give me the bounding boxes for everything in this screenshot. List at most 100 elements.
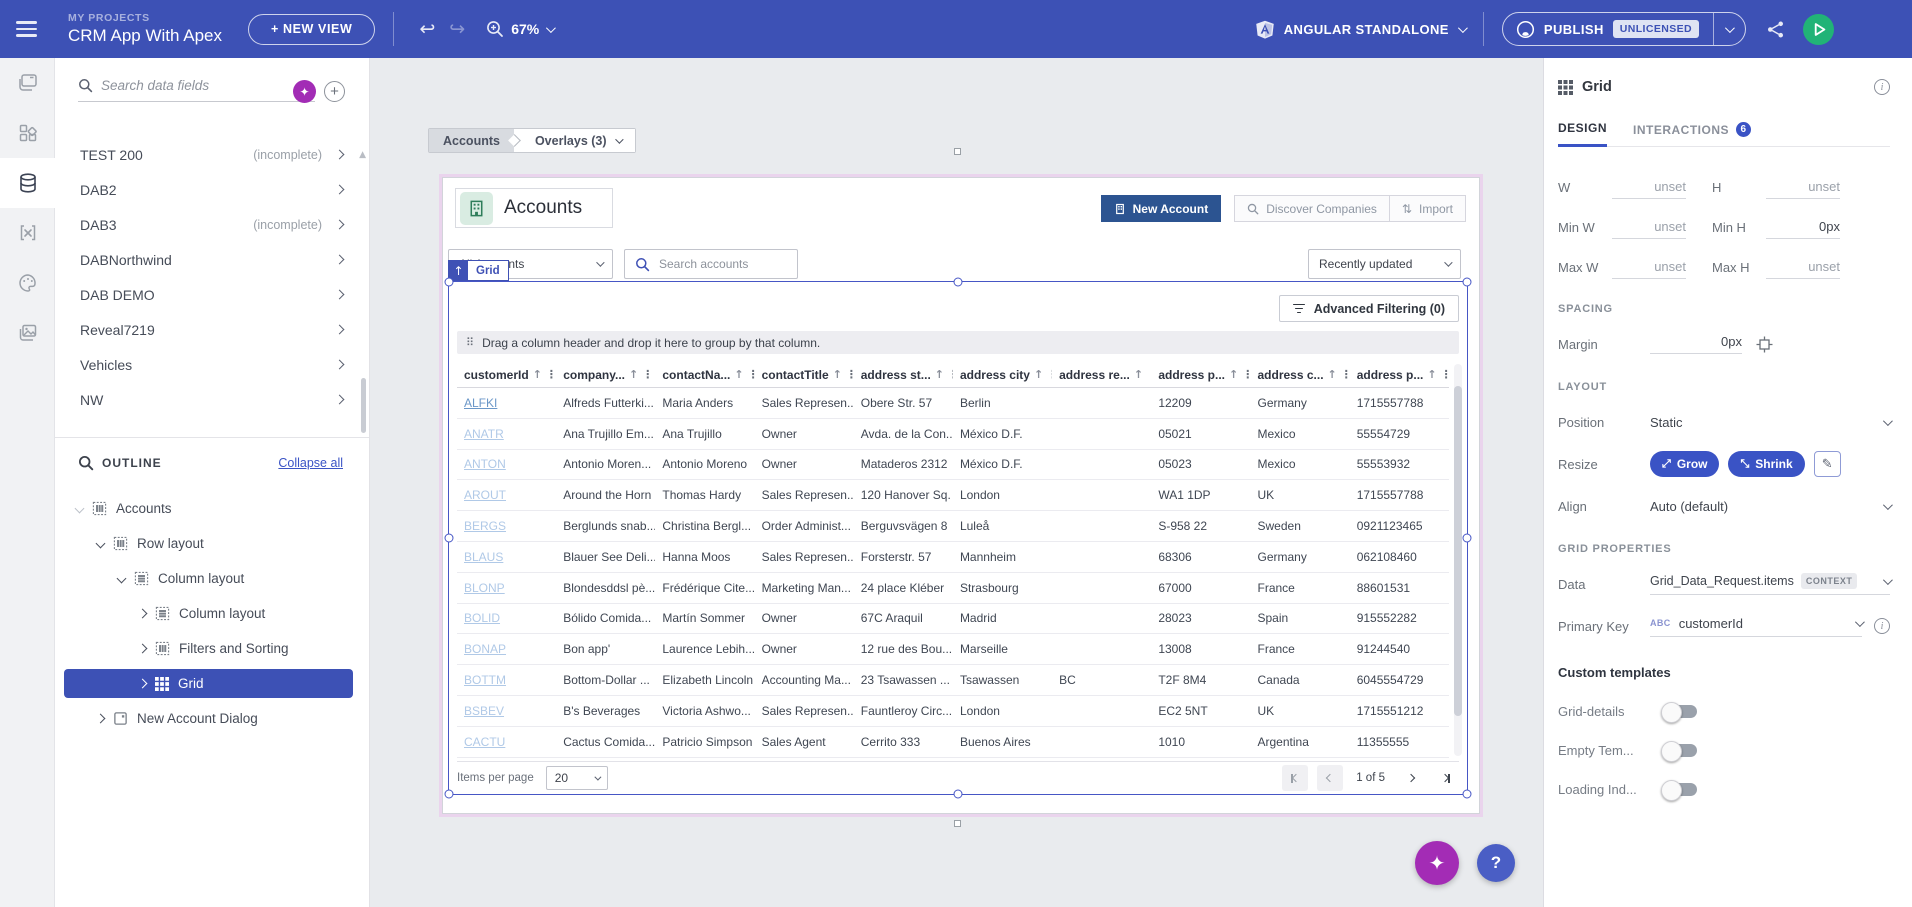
view-resize-handle[interactable] xyxy=(954,148,961,155)
chevron-down-icon[interactable] xyxy=(75,504,85,514)
column-header[interactable]: address p...↑⋮ xyxy=(1350,362,1449,387)
size-field-input[interactable]: unset xyxy=(1766,259,1840,279)
table-row[interactable]: BOTTMBottom-Dollar ...Elizabeth LincolnA… xyxy=(457,665,1449,696)
import-button[interactable]: ⇅ Import xyxy=(1390,195,1466,222)
column-menu-icon[interactable]: ⋮ xyxy=(1441,368,1449,381)
sort-ascending-icon[interactable]: ↑ xyxy=(1427,368,1436,381)
theme-icon[interactable] xyxy=(0,258,55,308)
table-row[interactable]: AROUTAround the HornThomas HardySales Re… xyxy=(457,480,1449,511)
resize-handle[interactable] xyxy=(1463,534,1472,543)
previous-page-button[interactable] xyxy=(1317,765,1343,791)
sort-ascending-icon[interactable]: ↑ xyxy=(629,368,638,381)
data-icon[interactable] xyxy=(0,158,55,208)
next-page-button[interactable] xyxy=(1398,765,1424,791)
customer-id-link[interactable]: BOTTM xyxy=(457,665,556,695)
customer-id-link[interactable]: BLONP xyxy=(457,573,556,603)
table-row[interactable]: CACTUCactus Comida...Patricio SimpsonSal… xyxy=(457,727,1449,758)
column-header[interactable]: company...↑⋮ xyxy=(556,362,655,387)
group-by-dropzone[interactable]: ⠿ Drag a column header and drop it here … xyxy=(457,331,1459,354)
tab-accounts[interactable]: Accounts xyxy=(429,129,514,152)
tab-interactions[interactable]: INTERACTIONS 6 xyxy=(1633,122,1751,146)
resize-handle[interactable] xyxy=(445,534,454,543)
shrink-button[interactable]: ⤡Shrink xyxy=(1728,451,1804,477)
data-source-item[interactable]: TEST 200(incomplete) xyxy=(55,137,369,172)
toggle-switch[interactable] xyxy=(1663,783,1697,796)
chevron-down-icon[interactable] xyxy=(117,574,127,584)
sort-select[interactable]: Recently updated xyxy=(1308,249,1461,279)
view-title[interactable]: Accounts xyxy=(504,197,582,219)
accounts-view-card[interactable]: Accounts New Account Discover Companies … xyxy=(442,177,1480,814)
outline-node-row-layout[interactable]: Row layout xyxy=(64,526,353,561)
search-accounts-input[interactable] xyxy=(659,257,779,271)
column-header[interactable]: address p...↑⋮ xyxy=(1151,362,1250,387)
table-row[interactable]: ANATRAna Trujillo Em...Ana TrujilloOwner… xyxy=(457,419,1449,450)
chevron-right-icon[interactable] xyxy=(96,714,106,724)
panel-scrollbar[interactable] xyxy=(361,378,366,433)
assets-icon[interactable] xyxy=(0,308,55,358)
view-resize-handle[interactable] xyxy=(954,820,961,827)
outline-node-grid[interactable]: Grid xyxy=(64,669,353,698)
table-row[interactable]: BLAUSBlauer See Deli...Hanna MoosSales R… xyxy=(457,542,1449,573)
data-fields-search[interactable] xyxy=(78,78,315,102)
customer-id-link[interactable]: AROUT xyxy=(457,480,556,510)
last-page-button[interactable] xyxy=(1433,765,1459,791)
sort-ascending-icon[interactable]: ↑ xyxy=(1134,368,1143,381)
share-icon[interactable] xyxy=(1766,20,1785,39)
outline-node-accounts[interactable]: Accounts xyxy=(64,491,353,526)
run-app-button[interactable] xyxy=(1803,14,1834,45)
breadcrumb[interactable]: MY PROJECTS xyxy=(68,12,222,24)
chevron-down-icon[interactable] xyxy=(96,539,106,549)
accounts-search-field[interactable] xyxy=(624,249,798,279)
data-source-item[interactable]: DAB3(incomplete) xyxy=(55,207,369,242)
edit-resize-button[interactable]: ✎ xyxy=(1814,451,1841,477)
collapse-all-link[interactable]: Collapse all xyxy=(278,456,343,470)
column-menu-icon[interactable]: ⋮ xyxy=(1341,368,1350,381)
column-menu-icon[interactable]: ⋮ xyxy=(846,368,854,381)
primary-key-select[interactable]: ABC customerId xyxy=(1650,616,1862,637)
tab-design[interactable]: DESIGN xyxy=(1558,121,1607,147)
sort-ascending-icon[interactable]: ↑ xyxy=(833,368,842,381)
toggle-switch[interactable] xyxy=(1663,705,1697,718)
size-field-input[interactable]: unset xyxy=(1612,179,1686,199)
outline-node-filters-and-sorting[interactable]: Filters and Sorting xyxy=(64,631,353,666)
column-menu-icon[interactable]: ⋮ xyxy=(642,368,653,381)
info-icon[interactable]: i xyxy=(1874,79,1890,95)
size-field-input[interactable]: 0px xyxy=(1766,219,1840,239)
size-field-input[interactable]: unset xyxy=(1612,259,1686,279)
components-icon[interactable] xyxy=(0,108,55,158)
scroll-up-arrow[interactable]: ▲ xyxy=(359,150,366,160)
selected-component-badge[interactable]: ↑ Grid xyxy=(448,260,509,281)
hamburger-icon[interactable] xyxy=(0,21,46,37)
discover-companies-button[interactable]: Discover Companies xyxy=(1234,195,1390,222)
outline-node-column-layout[interactable]: Column layout xyxy=(64,596,353,631)
column-header[interactable]: contactTitle↑⋮ xyxy=(755,362,854,387)
resize-handle[interactable] xyxy=(1463,278,1472,287)
data-source-item[interactable]: DAB2 xyxy=(55,172,369,207)
add-data-source-button[interactable]: + xyxy=(324,81,345,102)
new-view-button[interactable]: + NEW VIEW xyxy=(248,14,375,45)
margin-input[interactable]: 0px xyxy=(1650,334,1742,354)
data-select[interactable]: Grid_Data_Request.items CONTEXT xyxy=(1650,573,1890,595)
grow-button[interactable]: ⤢Grow xyxy=(1650,451,1719,477)
sort-ascending-icon[interactable]: ↑ xyxy=(1034,368,1043,381)
info-icon[interactable]: i xyxy=(1874,618,1890,634)
table-row[interactable]: BLONPBlondesddsl pè...Frédérique Cite...… xyxy=(457,573,1449,604)
tab-overlays[interactable]: Overlays (3) xyxy=(521,129,635,152)
customer-id-link[interactable]: ANTON xyxy=(457,450,556,480)
items-per-page-select[interactable]: 20 xyxy=(546,766,608,790)
customer-id-link[interactable]: BONAP xyxy=(457,634,556,664)
sort-ascending-icon[interactable]: ↑ xyxy=(734,368,743,381)
customer-id-link[interactable]: BLAUS xyxy=(457,542,556,572)
table-row[interactable]: BERGSBerglunds snab...Christina Bergl...… xyxy=(457,511,1449,542)
redo-icon[interactable]: ↪ xyxy=(442,18,472,40)
zoom-control[interactable]: 67% xyxy=(486,20,553,38)
data-source-item[interactable]: Vehicles xyxy=(55,347,369,382)
resize-handle[interactable] xyxy=(954,278,963,287)
grid-scrollbar[interactable] xyxy=(1454,364,1462,756)
column-menu-icon[interactable]: ⋮ xyxy=(748,368,755,381)
table-row[interactable]: BONAPBon app'Laurence Lebih...Owner12 ru… xyxy=(457,634,1449,665)
design-canvas[interactable]: Accounts Overlays (3) Accounts New Accou… xyxy=(370,58,1543,907)
column-header[interactable]: address st...↑⋮ xyxy=(854,362,953,387)
customer-id-link[interactable]: CACTU xyxy=(457,727,556,757)
table-row[interactable]: ALFKIAlfreds Futterki...Maria AndersSale… xyxy=(457,388,1449,419)
